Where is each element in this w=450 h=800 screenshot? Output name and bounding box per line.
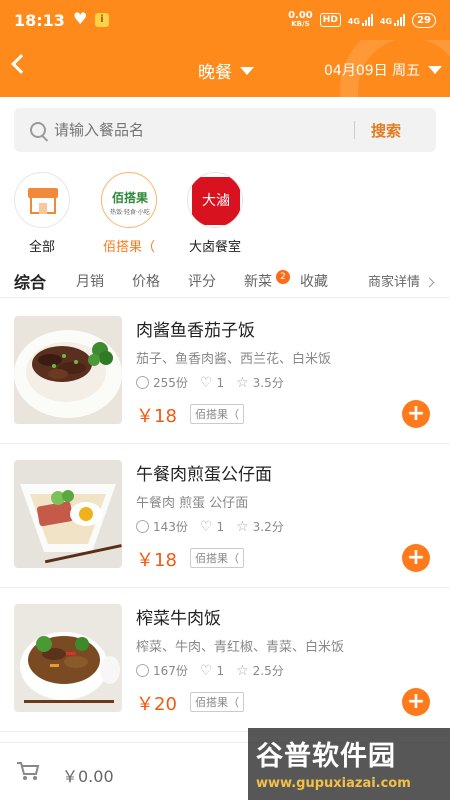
health-icon: [73, 9, 89, 28]
food-stats: 255份 ♡ 1 ☆ 3.5分: [136, 374, 296, 391]
food-title: 肉酱鱼香茄子饭: [136, 321, 255, 341]
food-description: 午餐肉 煎蛋 公仔面: [136, 496, 249, 511]
add-to-cart-button[interactable]: +: [402, 688, 430, 716]
watermark-title: 谷普软件园: [256, 741, 396, 772]
date-label: 04月09日 周五: [324, 63, 421, 79]
heart-icon: ♡: [199, 662, 213, 679]
star-icon: ☆: [236, 374, 249, 391]
shop-item-all[interactable]: 全部: [2, 172, 82, 255]
search-bar: 搜索: [14, 108, 436, 152]
search-icon: [30, 122, 46, 138]
tab-favorites[interactable]: 收藏: [300, 271, 328, 291]
shop-tag: 佰搭果（: [190, 404, 244, 424]
chevron-right-icon: [424, 277, 435, 288]
heart-icon: ♡: [199, 374, 213, 391]
signal-4g-icon-2: 4G: [380, 14, 406, 26]
food-item[interactable]: 午餐肉煎蛋公仔面 午餐肉 煎蛋 公仔面 143份 ♡ 1 ☆ 3.2分 ￥18 佰搭…: [0, 444, 450, 588]
watermark: 谷普软件园 www.gupuxiazai.com: [248, 728, 450, 800]
heart-icon: ♡: [199, 518, 213, 535]
food-stats: 143份 ♡ 1 ☆ 3.2分: [136, 518, 296, 535]
food-image: [14, 460, 122, 568]
add-to-cart-button[interactable]: +: [402, 400, 430, 428]
dalu-logo: 大滷: [187, 172, 243, 228]
search-input[interactable]: [54, 121, 354, 139]
sales-icon: [136, 520, 149, 533]
dropdown-arrow-icon: [240, 66, 254, 75]
shop-item-baidaguo[interactable]: 佰搭果 热饭·轻食·小吃 佰搭果（: [89, 172, 169, 255]
food-image: [14, 316, 122, 424]
food-image: [14, 604, 122, 712]
search-button[interactable]: 搜索: [355, 120, 419, 141]
sales-icon: [136, 664, 149, 677]
food-title: 午餐肉煎蛋公仔面: [136, 465, 272, 485]
shop-name: 佰搭果（: [102, 240, 155, 255]
dropdown-arrow-icon: [428, 66, 443, 74]
sales-icon: [136, 376, 149, 389]
status-time: 18:13: [14, 10, 65, 30]
shop-filter: 全部 佰搭果 热饭·轻食·小吃 佰搭果（ 大滷 大卤餐室: [0, 172, 450, 258]
food-list: 肉酱鱼香茄子饭 茄子、鱼香肉酱、西兰花、白米饭 255份 ♡ 1 ☆ 3.5分 ￥1…: [0, 300, 450, 736]
shop-item-dalu[interactable]: 大滷 大卤餐室: [175, 172, 255, 255]
baidaguo-logo: 佰搭果 热饭·轻食·小吃: [101, 172, 157, 228]
tab-price[interactable]: 价格: [132, 271, 160, 291]
food-description: 榨菜、牛肉、青红椒、青菜、白米饭: [136, 640, 345, 655]
tab-merchant-details[interactable]: 商家详情: [368, 271, 435, 290]
star-icon: ☆: [236, 518, 249, 535]
tab-rating[interactable]: 评分: [188, 271, 216, 291]
food-price: ￥18: [136, 406, 177, 427]
food-item[interactable]: 榨菜牛肉饭 榨菜、牛肉、青红椒、青菜、白米饭 167份 ♡ 1 ☆ 2.5分 ￥20…: [0, 588, 450, 732]
shop-name: 全部: [28, 240, 55, 255]
top-header: 晚餐 04月09日 周五: [0, 40, 450, 97]
network-speed: 0.00 KB/S: [288, 10, 313, 29]
tab-monthly-sales[interactable]: 月销: [76, 271, 104, 291]
food-price: ￥18: [136, 550, 177, 571]
tab-new-dishes[interactable]: 新菜: [244, 271, 272, 291]
star-icon: ☆: [236, 662, 249, 679]
cart-total: ￥0.00: [62, 767, 114, 786]
new-dishes-badge: 2: [276, 270, 290, 284]
back-chevron-icon[interactable]: [11, 54, 31, 74]
shop-tag: 佰搭果（: [190, 548, 244, 568]
shop-tag: 佰搭果（: [190, 692, 244, 712]
shop-name: 大卤餐室: [188, 240, 241, 255]
cart-icon[interactable]: [16, 761, 40, 781]
sort-tabs: 综合 月销 价格 评分 新菜 2 收藏 商家详情: [0, 268, 450, 298]
app-notification-icon: i: [94, 13, 109, 27]
hd-icon: HD: [319, 13, 341, 27]
battery-icon: 29: [412, 12, 436, 28]
food-stats: 167份 ♡ 1 ☆ 2.5分: [136, 662, 296, 679]
meal-label: 晚餐: [198, 63, 232, 83]
food-price: ￥20: [136, 694, 177, 715]
tab-overall[interactable]: 综合: [14, 269, 46, 293]
meal-selector[interactable]: 晚餐: [198, 58, 254, 83]
store-icon: [14, 172, 70, 228]
status-bar: 18:13 i 0.00 KB/S HD 4G 4G 29: [0, 0, 450, 40]
food-item[interactable]: 肉酱鱼香茄子饭 茄子、鱼香肉酱、西兰花、白米饭 255份 ♡ 1 ☆ 3.5分 ￥1…: [0, 300, 450, 444]
signal-4g-icon: 4G: [348, 14, 373, 26]
add-to-cart-button[interactable]: +: [402, 544, 430, 572]
food-title: 榨菜牛肉饭: [136, 609, 221, 629]
watermark-url: www.gupuxiazai.com: [256, 776, 411, 791]
food-description: 茄子、鱼香肉酱、西兰花、白米饭: [136, 352, 332, 367]
date-selector[interactable]: 04月09日 周五: [324, 60, 443, 80]
